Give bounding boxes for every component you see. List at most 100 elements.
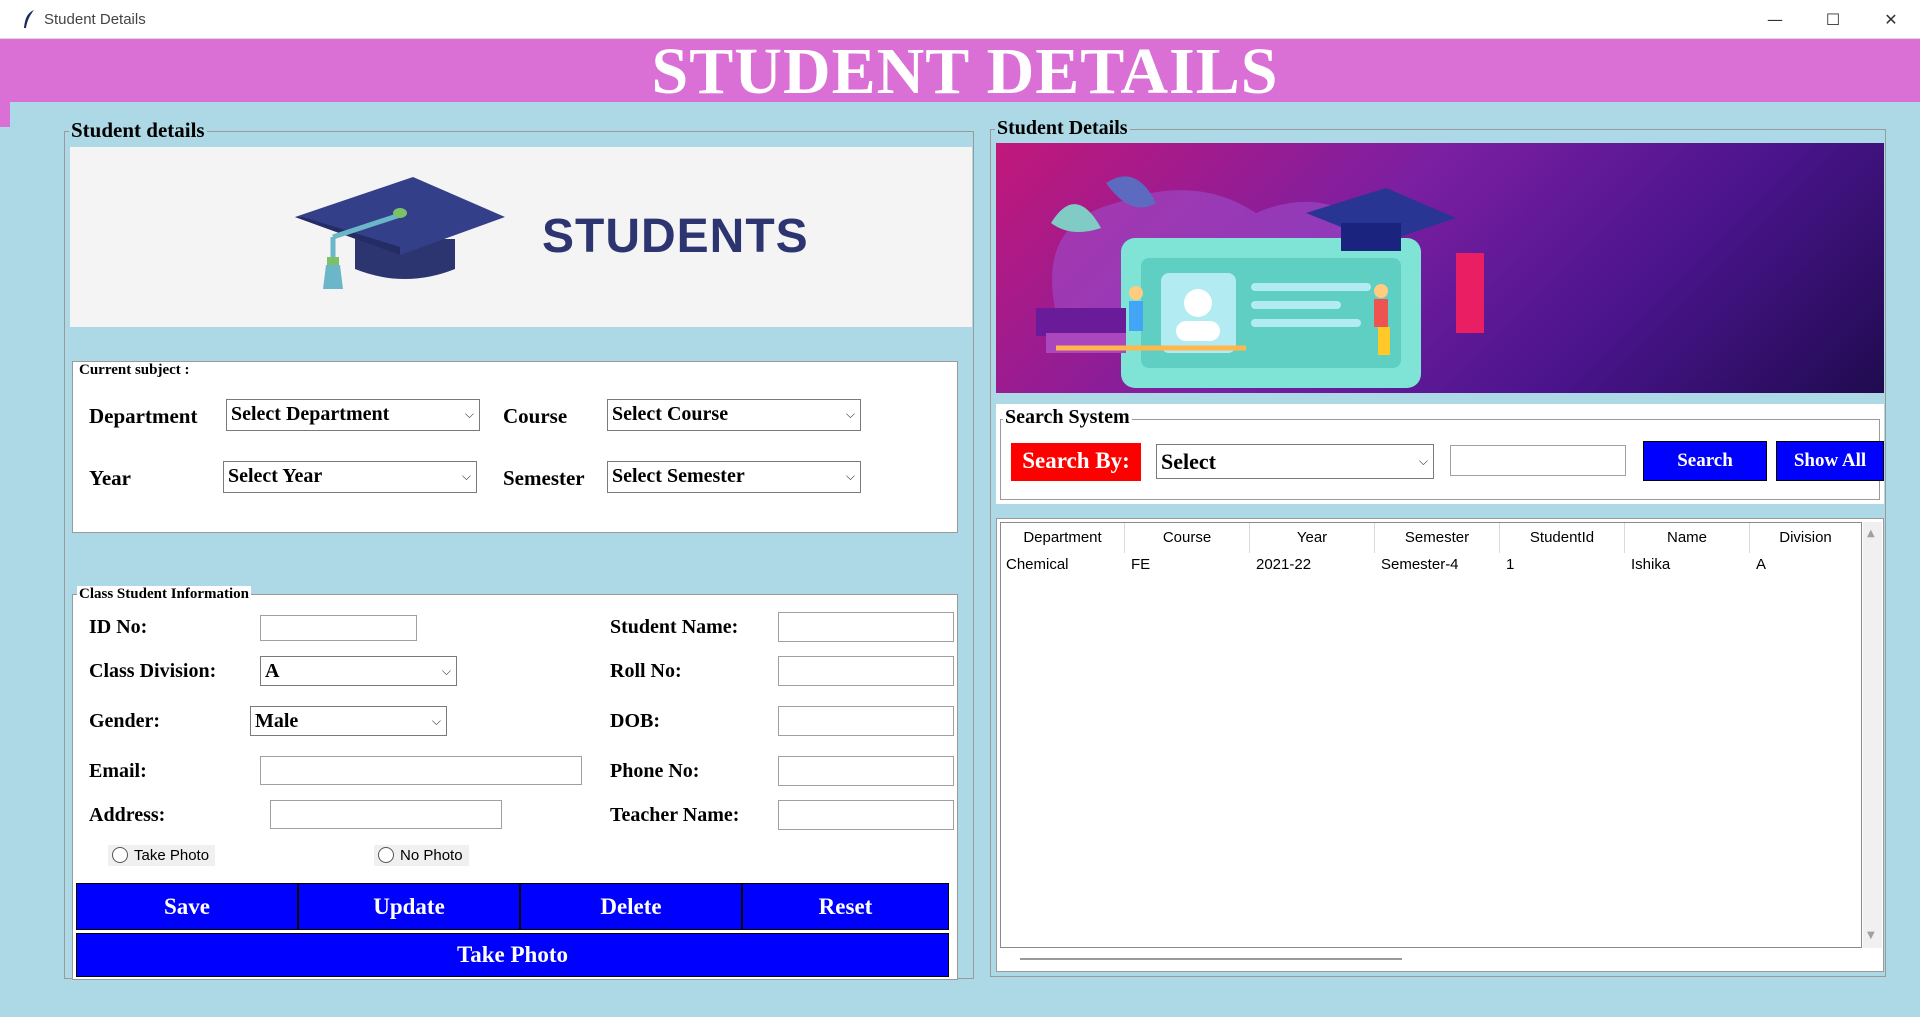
teacher-name-input[interactable]: [778, 800, 954, 830]
show-all-button[interactable]: Show All: [1776, 441, 1884, 481]
no-photo-radio[interactable]: No Photo: [374, 845, 469, 866]
radio-circle-icon: [378, 847, 394, 863]
take-photo-button[interactable]: Take Photo: [76, 933, 949, 977]
no-photo-radio-label: No Photo: [400, 847, 463, 864]
year-label: Year: [89, 466, 131, 490]
search-by-select-value: Select: [1161, 449, 1216, 474]
search-by-label: Search By:: [1011, 443, 1141, 481]
save-button[interactable]: Save: [76, 883, 298, 930]
search-system-legend: Search System: [1003, 406, 1132, 429]
table-row[interactable]: Chemical FE 2021-22 Semester-4 1 Ishika …: [1001, 555, 1861, 577]
window-titlebar: Student Details — ☐ ✕: [0, 0, 1920, 39]
delete-button[interactable]: Delete: [520, 883, 742, 930]
year-select[interactable]: Select Year ⌵: [223, 461, 477, 493]
column-header[interactable]: Name: [1625, 523, 1750, 553]
chevron-down-icon: ⌵: [461, 469, 471, 483]
table-cell: Ishika: [1631, 556, 1671, 573]
table-cell: 2021-22: [1256, 556, 1312, 573]
student-table[interactable]: Department Course Year Semester StudentI…: [1000, 522, 1862, 948]
gender-select[interactable]: Male ⌵: [250, 706, 447, 736]
chevron-down-icon: ⌵: [845, 469, 855, 483]
department-label: Department: [89, 404, 198, 428]
student-name-label: Student Name:: [610, 616, 739, 638]
year-select-value: Select Year: [228, 465, 323, 487]
logo-text: STUDENTS: [542, 210, 809, 263]
column-header[interactable]: Course: [1125, 523, 1250, 553]
phone-no-label: Phone No:: [610, 760, 700, 782]
vertical-scrollbar[interactable]: ▲ ▼: [1863, 522, 1882, 948]
scroll-down-arrow-icon[interactable]: ▼: [1867, 930, 1875, 941]
students-logo-image: STUDENTS: [70, 147, 972, 327]
horizontal-scroll-thumb[interactable]: [1020, 958, 1402, 960]
graduation-cap-icon: [295, 177, 505, 289]
roll-no-input[interactable]: [778, 656, 954, 686]
gender-value: Male: [255, 710, 299, 732]
semester-label: Semester: [503, 466, 585, 490]
roll-no-label: Roll No:: [610, 660, 682, 682]
dob-label: DOB:: [610, 710, 660, 732]
course-label: Course: [503, 404, 568, 428]
department-select-value: Select Department: [231, 403, 390, 425]
email-input[interactable]: [260, 756, 582, 785]
chevron-down-icon: ⌵: [441, 664, 451, 678]
chevron-down-icon: ⌵: [845, 407, 855, 421]
update-button[interactable]: Update: [298, 883, 520, 930]
class-student-info-legend: Class Student Information: [77, 586, 252, 603]
table-cell: Semester-4: [1381, 556, 1459, 573]
column-header[interactable]: Semester: [1375, 523, 1500, 553]
course-select-value: Select Course: [612, 403, 729, 425]
phone-no-input[interactable]: [778, 756, 954, 786]
id-input[interactable]: [260, 615, 417, 641]
department-select[interactable]: Select Department ⌵: [226, 399, 480, 431]
current-subject-frame: [72, 361, 958, 533]
student-name-input[interactable]: [778, 612, 954, 642]
chevron-down-icon: ⌵: [464, 407, 474, 421]
student-details-legend: Student details: [69, 118, 207, 143]
student-id-illustration: [996, 143, 1884, 393]
page-title: STUDENT DETAILS: [651, 35, 1279, 108]
column-header[interactable]: StudentId: [1500, 523, 1625, 553]
address-input[interactable]: [270, 800, 502, 829]
id-label: ID No:: [89, 616, 148, 638]
take-photo-radio-label: Take Photo: [134, 847, 210, 864]
scroll-up-arrow-icon[interactable]: ▲: [1867, 528, 1875, 539]
feather-icon: [24, 10, 34, 28]
table-cell: Chemical: [1006, 556, 1069, 573]
email-label: Email:: [89, 760, 147, 782]
gender-label: Gender:: [89, 710, 161, 732]
table-cell: FE: [1131, 556, 1151, 573]
close-button[interactable]: ✕: [1862, 0, 1920, 39]
course-select[interactable]: Select Course ⌵: [607, 399, 861, 431]
search-by-select[interactable]: Select ⌵: [1156, 444, 1434, 479]
search-input[interactable]: [1450, 445, 1626, 476]
dob-input[interactable]: [778, 706, 954, 736]
radio-circle-icon: [112, 847, 128, 863]
header-banner: STUDENT DETAILS: [10, 35, 1920, 108]
id-card-illustration-icon: [1036, 176, 1484, 388]
take-photo-radio[interactable]: Take Photo: [108, 845, 216, 866]
teacher-name-label: Teacher Name:: [610, 804, 740, 826]
semester-select[interactable]: Select Semester ⌵: [607, 461, 861, 493]
chevron-down-icon: ⌵: [431, 714, 441, 728]
table-header: Department Course Year Semester StudentI…: [1001, 523, 1861, 553]
class-division-select[interactable]: A ⌵: [260, 656, 457, 686]
chevron-down-icon: ⌵: [1418, 454, 1428, 468]
window-title: Student Details: [44, 11, 146, 28]
class-division-label: Class Division:: [89, 660, 217, 682]
address-label: Address:: [89, 804, 166, 826]
search-button[interactable]: Search: [1643, 441, 1767, 481]
maximize-button[interactable]: ☐: [1804, 0, 1862, 39]
horizontal-scrollbar[interactable]: [1000, 950, 1862, 968]
column-header[interactable]: Department: [1001, 523, 1125, 553]
table-cell: A: [1756, 556, 1767, 573]
reset-button[interactable]: Reset: [742, 883, 949, 930]
column-header[interactable]: Year: [1250, 523, 1375, 553]
column-header[interactable]: Division: [1750, 523, 1861, 553]
current-subject-legend: Current subject :: [77, 362, 192, 379]
class-division-value: A: [265, 660, 280, 682]
window-edge: [0, 39, 10, 127]
semester-select-value: Select Semester: [612, 465, 745, 487]
right-student-details-legend: Student Details: [995, 117, 1130, 140]
table-cell: 1: [1506, 556, 1515, 573]
minimize-button[interactable]: —: [1746, 0, 1804, 39]
